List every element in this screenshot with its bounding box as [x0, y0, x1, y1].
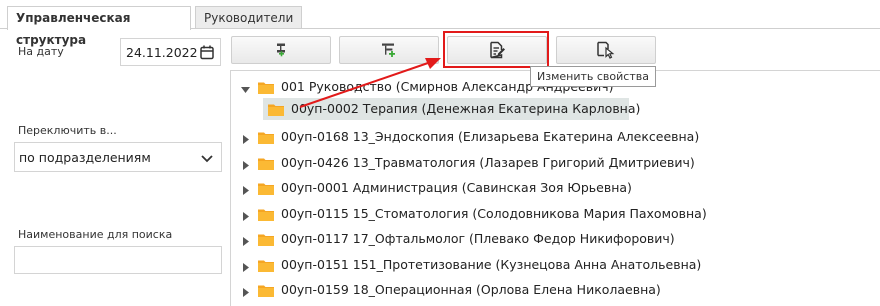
collapsed-arrow-icon[interactable]	[243, 159, 250, 173]
folder-icon	[258, 208, 274, 224]
edit-properties-tooltip: Изменить свойства	[530, 66, 656, 87]
folder-icon	[258, 81, 274, 97]
search-label: Наименование для поиска	[18, 228, 173, 241]
chevron-down-icon	[201, 152, 213, 166]
add-child-button[interactable]	[231, 36, 331, 64]
tree-node-label: 00уп-0426 13_Травматология (Лазарев Григ…	[281, 155, 695, 170]
edit-button-highlight	[443, 31, 549, 68]
folder-icon	[268, 103, 284, 119]
tree-node-label: 00уп-0168 13_Эндоскопия (Елизарьева Екат…	[281, 129, 700, 144]
collapsed-arrow-icon[interactable]	[243, 261, 250, 275]
tree-node-label: 00уп-0117 17_Офтальмолог (Плевако Федор …	[281, 231, 675, 246]
date-field[interactable]: 24.11.2022	[120, 38, 221, 66]
folder-icon	[258, 284, 274, 300]
select-item-button[interactable]	[556, 36, 656, 64]
collapsed-arrow-icon[interactable]	[243, 235, 250, 249]
date-value: 24.11.2022	[126, 45, 198, 60]
folder-icon	[258, 233, 274, 249]
add-sibling-button[interactable]	[339, 36, 439, 64]
search-input[interactable]	[14, 246, 222, 274]
tree-node-label: 00уп-0002 Терапия (Денежная Екатерина Ка…	[291, 101, 641, 116]
folder-icon	[258, 259, 274, 275]
tab-managers[interactable]: Руководители	[195, 6, 302, 28]
collapsed-arrow-icon[interactable]	[243, 133, 250, 147]
folder-icon	[258, 182, 274, 198]
folder-icon	[258, 131, 274, 147]
expanded-arrow-icon[interactable]	[241, 83, 250, 97]
collapsed-arrow-icon[interactable]	[243, 210, 250, 224]
tree-node-label: 00уп-0151 151_Протетизование (Кузнецова …	[281, 257, 702, 272]
switch-select[interactable]: по подразделениям	[14, 142, 222, 172]
tab-bar: Управленческая структура Руководители	[0, 0, 880, 47]
collapsed-arrow-icon[interactable]	[243, 184, 250, 198]
collapsed-arrow-icon[interactable]	[243, 286, 250, 300]
switch-label: Переключить в...	[18, 124, 117, 137]
tree-node-label: 00уп-0159 18_Операционная (Орлова Елена …	[281, 282, 661, 297]
tree-node-label: 00уп-0115 15_Стоматология (Солодовникова…	[281, 206, 707, 221]
org-tree: 001 Руководство (Смирнов Александр Андре…	[230, 70, 880, 306]
folder-icon	[258, 157, 274, 173]
switch-select-value: по подразделениям	[19, 150, 151, 165]
tree-node-label: 00уп-0001 Администрация (Савинская Зоя Ю…	[281, 180, 632, 195]
calendar-icon[interactable]	[200, 45, 214, 63]
tab-management-structure[interactable]: Управленческая структура	[7, 6, 191, 47]
